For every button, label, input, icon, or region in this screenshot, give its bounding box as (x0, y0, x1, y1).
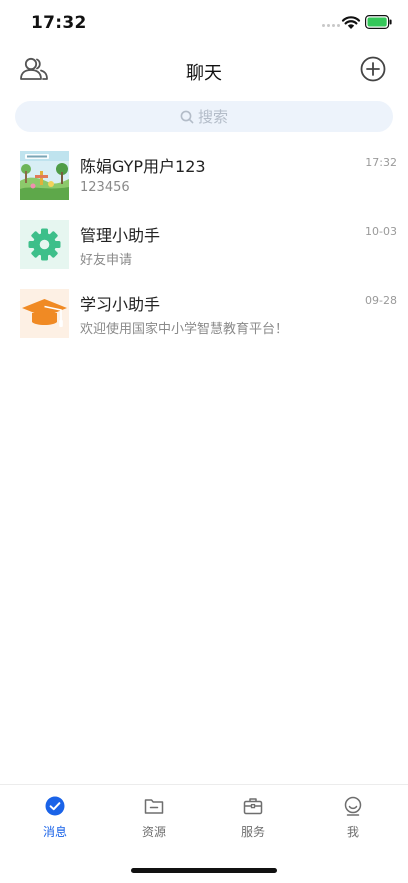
landscape-avatar (20, 151, 69, 200)
tab-label: 服务 (240, 825, 265, 839)
face-icon (344, 796, 362, 816)
chat-name: 学习小助手 (80, 295, 161, 314)
gear-icon (20, 220, 69, 269)
chat-list: 陈娟GYP用户123 123456 17:32 管理小助手 好友申请 10-03 (0, 141, 408, 348)
chat-time: 09-28 (365, 294, 397, 307)
search-input[interactable]: 搜索 (15, 101, 393, 132)
chat-time: 10-03 (365, 225, 397, 238)
tab-messages[interactable]: 消息 (4, 785, 106, 849)
graduation-cap-icon (20, 289, 69, 338)
wifi-icon (341, 16, 361, 29)
chat-time: 17:32 (365, 156, 397, 169)
chat-preview: 欢迎使用国家中小学智慧教育平台！ (80, 322, 289, 337)
tab-services[interactable]: 服务 (202, 785, 304, 849)
folder-icon (144, 799, 164, 814)
home-indicator (131, 868, 277, 873)
chat-item[interactable]: 陈娟GYP用户123 123456 17:32 (0, 141, 408, 210)
tab-label: 我 (346, 825, 359, 839)
tab-me[interactable]: 我 (302, 785, 404, 849)
nav-bar: 聊天 (0, 48, 408, 92)
page-title: 聊天 (186, 63, 222, 84)
chat-name: 陈娟GYP用户123 (80, 157, 206, 176)
tab-bar: 消息 资源 服务 我 (0, 784, 408, 849)
search-placeholder: 搜索 (197, 108, 228, 126)
signal-icon (322, 24, 340, 27)
tab-label: 消息 (42, 825, 67, 839)
status-time: 17:32 (31, 13, 87, 33)
status-bar: 17:32 (0, 0, 408, 48)
chat-name: 管理小助手 (80, 226, 161, 245)
check-circle-icon (45, 796, 65, 816)
battery-icon (365, 15, 392, 29)
chat-item[interactable]: 管理小助手 好友申请 10-03 (0, 210, 408, 279)
chat-preview: 好友申请 (80, 253, 133, 268)
tab-resources[interactable]: 资源 (103, 785, 205, 849)
search-icon (180, 110, 194, 123)
tab-label: 资源 (141, 825, 166, 839)
chat-item[interactable]: 学习小助手 欢迎使用国家中小学智慧教育平台！ 09-28 (0, 279, 408, 348)
briefcase-icon (243, 798, 263, 815)
add-icon[interactable] (360, 56, 386, 82)
chat-preview: 123456 (80, 180, 130, 195)
